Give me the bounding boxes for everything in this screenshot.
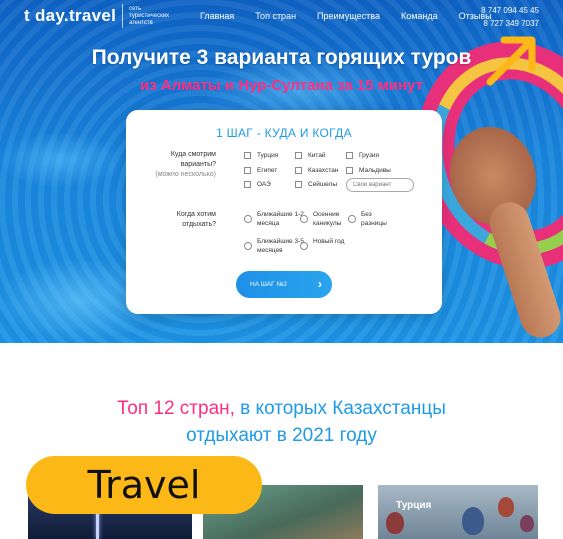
step-title: 1 ШАГ - КУДА И КОГДА [216,126,352,140]
next-step-label: НА ШАГ №2 [250,281,288,288]
radio[interactable] [300,242,308,250]
own-option-input[interactable] [346,178,414,192]
radio[interactable] [244,242,252,250]
radio[interactable] [348,215,356,223]
nav-top-countries[interactable]: Топ стран [255,11,296,21]
checkbox[interactable] [346,152,353,159]
country-seychelles[interactable]: Сейшелы [295,180,337,189]
country-georgia[interactable]: Грузия [346,151,379,160]
main-nav: Главная Топ стран Преимущества Команда О… [200,11,492,21]
period-label: Ближайшие 1-2 месяца [257,211,304,227]
checkbox[interactable] [295,181,302,188]
period-label: Новый год [313,238,345,245]
period-any[interactable]: Без разницы [348,210,392,228]
radio[interactable] [300,215,308,223]
nav-team[interactable]: Команда [401,11,438,21]
phone-numbers: 8 747 094 45 45 8 727 349 7037 [481,4,539,30]
period-3-5-months[interactable]: Ближайшие 3-5 месяцев [244,237,304,255]
checkbox[interactable] [244,181,251,188]
phone-1[interactable]: 8 747 094 45 45 [481,4,539,17]
logo-text: t day.travel [24,6,117,25]
nav-advantages[interactable]: Преимущества [317,11,380,21]
title-part: в которых Казахстанцы [234,398,446,419]
balloon-image [386,512,404,534]
country-egypt[interactable]: Египет [244,166,277,175]
hero-section: t day.travel сеть туристических агентств… [0,0,563,343]
country-uae[interactable]: ОАЭ [244,180,271,189]
balloon-image [462,507,484,535]
top-countries-title: Топ 12 стран, в которых Казахстанцы отды… [0,395,563,449]
country-kazakhstan[interactable]: Казахстан [295,166,338,175]
country-turkey[interactable]: Турция [244,151,278,160]
period-label: Ближайшие 3-5 месяцев [257,238,304,254]
nav-home[interactable]: Главная [200,11,234,21]
period-new-year[interactable]: Новый год [300,237,346,250]
logo[interactable]: t day.travel сеть туристических агентств [24,4,171,28]
question-where: Куда смотрим варианты? (можно несколько) [148,150,216,180]
country-label: Сейшелы [308,181,338,188]
chevron-right-icon: › [318,277,322,291]
country-label: Египет [257,167,278,174]
balloon-image [520,515,534,532]
title-line2: отдыхают в 2021 году [186,425,377,446]
title-highlight: Топ 12 стран, [117,398,235,419]
country-tile-turkey[interactable]: Турция [378,485,538,539]
question-where-label: Куда смотрим варианты? [170,151,216,168]
question-where-hint: (можно несколько) [155,171,216,178]
country-tile-label: Турция [396,500,432,511]
checkbox[interactable] [244,152,251,159]
period-1-2-months[interactable]: Ближайшие 1-2 месяца [244,210,304,228]
hero-title: Получите 3 варианта горящих туров [91,46,472,69]
checkbox[interactable] [295,152,302,159]
country-label: Казахстан [308,167,339,174]
question-when-label: Когда хотим отдыхать? [176,211,216,228]
hero-subtitle: из Алматы и Нур-Султана за 15 минут [140,77,423,94]
balloon-image [498,497,514,517]
country-label: Грузия [359,152,380,159]
country-maldives[interactable]: Мальдивы [346,166,391,175]
checkbox[interactable] [346,167,353,174]
logo-subtitle: сеть туристических агентств [129,5,170,26]
travel-badge: Travel [26,456,262,514]
radio[interactable] [244,215,252,223]
next-step-button[interactable]: НА ШАГ №2 › [236,271,332,298]
period-label: Без разницы [361,211,387,227]
country-label: Мальдивы [359,167,391,174]
phone-2[interactable]: 8 727 349 7037 [481,17,539,30]
question-when: Когда хотим отдыхать? [158,210,216,230]
travel-badge-text: Travel [87,463,201,507]
logo-divider [122,4,124,28]
country-china[interactable]: Китай [295,151,326,160]
checkbox[interactable] [244,167,251,174]
quiz-form-card: 1 ШАГ - КУДА И КОГДА Куда смотрим вариан… [126,110,442,314]
checkbox[interactable] [295,167,302,174]
country-label: Китай [308,152,326,159]
country-label: Турция [257,152,279,159]
country-label: ОАЭ [257,181,271,188]
